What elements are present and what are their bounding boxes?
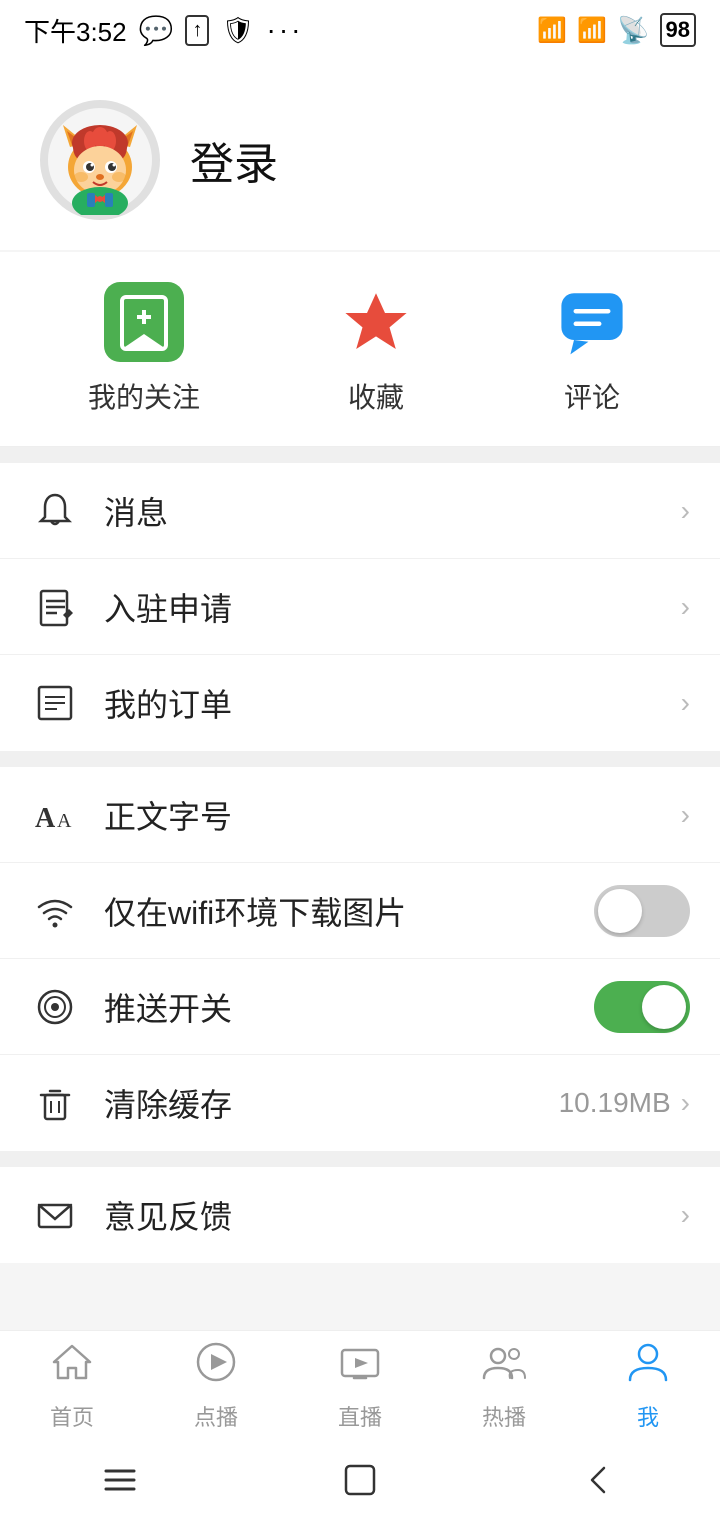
status-bar: 下午3:52 💬 ↑ 🛡 ··· 📶 📶 📡 98	[0, 0, 720, 60]
live-nav-label: 直播	[338, 1400, 382, 1432]
menu-item-push[interactable]: 推送开关	[0, 959, 720, 1055]
message-label: 消息	[104, 488, 681, 534]
font-icon: A A	[30, 795, 80, 835]
menu-item-order[interactable]: 我的订单 ›	[0, 655, 720, 751]
profile-section[interactable]: 登录	[0, 60, 720, 250]
cache-value: 10.19MB	[559, 1087, 671, 1119]
wifi-label: 仅在wifi环境下载图片	[104, 888, 594, 934]
menu-button[interactable]	[80, 1450, 160, 1510]
upload-icon: ↑	[185, 15, 209, 46]
nav-item-me[interactable]: 我	[576, 1340, 720, 1432]
play-circle-icon	[194, 1340, 238, 1394]
me-nav-label: 我	[637, 1400, 659, 1432]
menu-item-settle[interactable]: 入驻申请 ›	[0, 559, 720, 655]
nav-item-home[interactable]: 首页	[0, 1340, 144, 1432]
mail-icon	[30, 1195, 80, 1235]
settle-label: 入驻申请	[104, 584, 681, 630]
cache-arrow: ›	[681, 1087, 690, 1119]
comment-chat-icon	[556, 286, 628, 358]
home-button[interactable]	[320, 1450, 400, 1510]
battery-level: 98	[666, 17, 690, 43]
push-toggle-knob	[642, 985, 686, 1029]
feedback-arrow: ›	[681, 1199, 690, 1231]
menu-group-2: A A 正文字号 › 仅在wifi环境下载图片	[0, 767, 720, 1151]
quick-action-collect[interactable]: 收藏	[336, 282, 416, 416]
follow-label: 我的关注	[88, 376, 200, 416]
quick-action-comment[interactable]: 评论	[552, 282, 632, 416]
follow-bookmark-icon	[114, 292, 174, 352]
nav-item-live[interactable]: 直播	[288, 1340, 432, 1432]
avatar[interactable]	[40, 100, 160, 220]
status-left: 下午3:52 💬 ↑ 🛡 ···	[24, 12, 303, 49]
section-divider-2	[0, 751, 720, 767]
push-label: 推送开关	[104, 984, 594, 1030]
fontsize-arrow: ›	[681, 799, 690, 831]
wifi-toggle-knob	[598, 889, 642, 933]
bell-icon	[30, 491, 80, 531]
wifi-status-icon: 📶	[577, 16, 607, 45]
menu-group-1: 消息 › 入驻申请 › 我的订单 ›	[0, 463, 720, 751]
shield-icon: 🛡	[221, 15, 254, 46]
feedback-label: 意见反馈	[104, 1192, 681, 1238]
settle-arrow: ›	[681, 591, 690, 623]
wifi-menu-icon	[30, 891, 80, 931]
quick-action-follow[interactable]: 我的关注	[88, 282, 200, 416]
back-button[interactable]	[560, 1450, 640, 1510]
quick-actions-section: 我的关注 收藏 评论	[0, 252, 720, 447]
home-icon	[50, 1340, 94, 1394]
message-arrow: ›	[681, 495, 690, 527]
battery-indicator: 98	[660, 13, 696, 47]
wechat-icon: 💬	[139, 14, 174, 47]
system-nav	[0, 1440, 720, 1520]
collect-star-icon	[340, 286, 412, 358]
dots-icon: ···	[267, 14, 304, 46]
comment-label: 评论	[564, 376, 620, 416]
bottom-nav: 首页 点播 直播	[0, 1330, 720, 1440]
person-icon	[626, 1340, 670, 1394]
follow-icon-bg	[104, 282, 184, 362]
edit-icon	[30, 587, 80, 627]
vod-nav-label: 点播	[194, 1400, 238, 1432]
nav-item-hot[interactable]: 热播	[432, 1340, 576, 1432]
order-arrow: ›	[681, 687, 690, 719]
svg-text:A: A	[35, 803, 56, 834]
comment-icon-bg	[552, 282, 632, 362]
push-toggle[interactable]	[594, 981, 690, 1033]
fontsize-label: 正文字号	[104, 792, 681, 838]
hot-nav-label: 热播	[482, 1400, 526, 1432]
cache-label: 清除缓存	[104, 1080, 559, 1126]
section-divider-3	[0, 1151, 720, 1167]
time-display: 下午3:52	[24, 12, 127, 49]
status-right: 📶 📶 📡 98	[537, 13, 696, 47]
svg-text:A: A	[57, 810, 72, 832]
target-icon	[30, 987, 80, 1027]
collect-label: 收藏	[348, 376, 404, 416]
wifi-toggle[interactable]	[594, 885, 690, 937]
menu-item-feedback[interactable]: 意见反馈 ›	[0, 1167, 720, 1263]
wifi-icon: 📡	[617, 15, 649, 46]
menu-group-3: 意见反馈 ›	[0, 1167, 720, 1263]
trash-icon	[30, 1083, 80, 1123]
login-label[interactable]: 登录	[190, 128, 278, 192]
signal-icon: 📶	[537, 16, 567, 45]
avatar-image	[45, 105, 155, 215]
menu-item-message[interactable]: 消息 ›	[0, 463, 720, 559]
nav-item-vod[interactable]: 点播	[144, 1340, 288, 1432]
menu-item-cache[interactable]: 清除缓存 10.19MB ›	[0, 1055, 720, 1151]
home-nav-label: 首页	[50, 1400, 94, 1432]
users-icon	[482, 1340, 526, 1394]
collect-icon-bg	[336, 282, 416, 362]
tv-icon	[338, 1340, 382, 1394]
list-icon	[30, 683, 80, 723]
order-label: 我的订单	[104, 680, 681, 726]
menu-item-fontsize[interactable]: A A 正文字号 ›	[0, 767, 720, 863]
menu-item-wifi[interactable]: 仅在wifi环境下载图片	[0, 863, 720, 959]
section-divider-1	[0, 447, 720, 463]
